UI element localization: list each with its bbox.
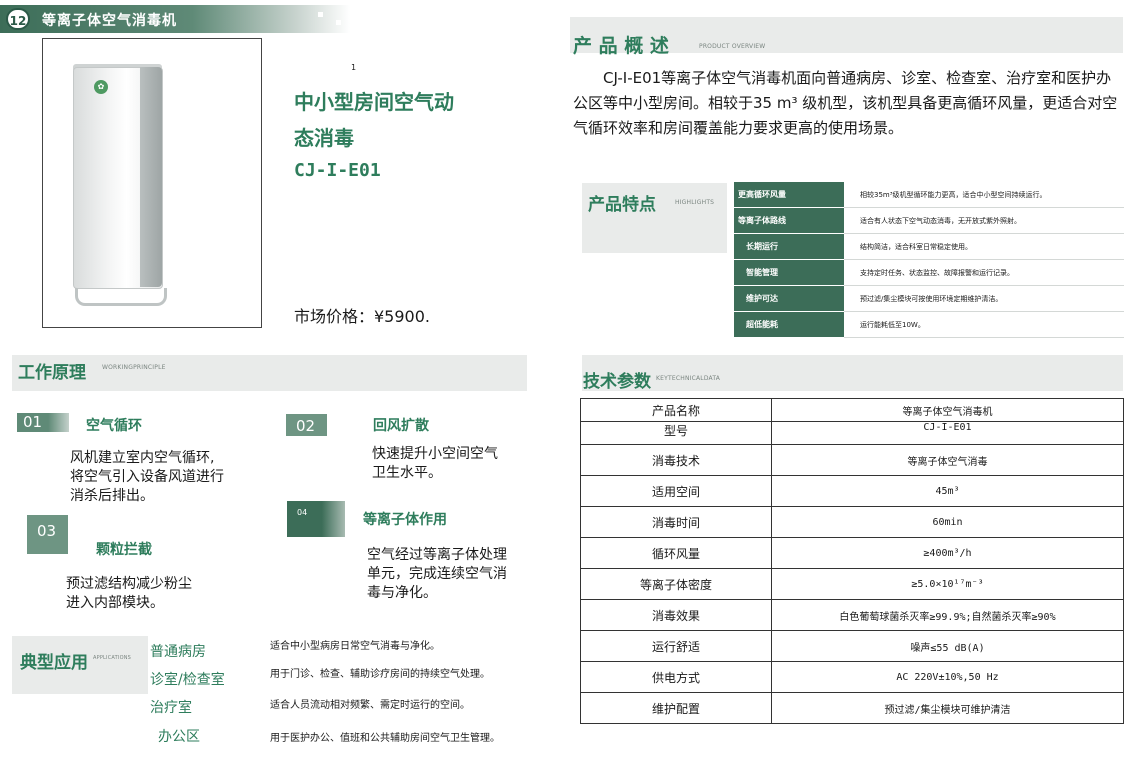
spec-key: 适用空间 <box>580 475 772 507</box>
highlight-row: 维护可达 预过滤/集尘模块可按使用环境定期维护清洁。 <box>734 285 1124 312</box>
highlight-key: 等离子体路线 <box>734 207 844 234</box>
spec-key: 循环风量 <box>580 537 772 569</box>
page-title: 等离子体空气消毒机 <box>42 13 177 29</box>
applications-title: 典型应用 <box>20 653 88 673</box>
decor-square <box>318 12 323 17</box>
spec-value: 45m³ <box>771 475 1124 507</box>
step-number: 03 <box>27 515 68 554</box>
spec-key: 供电方式 <box>580 661 772 693</box>
highlight-value: 适合有人状态下空气动态消毒，无开放式紫外照射。 <box>844 207 1124 234</box>
application-item: 办公区 <box>158 729 200 745</box>
spec-key: 消毒时间 <box>580 506 772 538</box>
highlight-key: 长期运行 <box>734 233 844 260</box>
highlight-key: 维护可达 <box>734 285 844 312</box>
overview-title: 产 品 概 述 <box>573 35 669 57</box>
spec-key: 维护配置 <box>580 692 772 724</box>
table-row: 消毒时间 60min <box>580 506 1124 538</box>
table-row: 循环风量 ≥400m³/h <box>580 537 1124 569</box>
spec-key: 产品名称 <box>580 398 772 422</box>
tech-subtitle: KEYTECHNICALDATA <box>656 375 721 382</box>
principle-header <box>12 355 527 391</box>
spec-value: 等离子体空气消毒机 <box>771 398 1124 422</box>
brand-logo-icon: ✿ <box>94 80 108 94</box>
spec-key: 型号 <box>580 421 772 445</box>
overview-subtitle: PRODUCT OVERVIEW <box>699 43 766 50</box>
table-row: 运行舒适 噪声≤55 dB(A) <box>580 630 1124 662</box>
spec-value: ≥400m³/h <box>771 537 1124 569</box>
step-description: 快速提升小空间空气 卫生水平。 <box>372 446 498 481</box>
step-title: 空气循环 <box>86 418 142 434</box>
image-footnote: 1 <box>351 63 357 72</box>
purifier-side-panel <box>140 67 162 287</box>
highlight-value: 运行能耗低至10W。 <box>844 311 1124 338</box>
spec-value: 白色葡萄球菌杀灭率≥99.9%;自然菌杀灭率≥90% <box>771 599 1124 631</box>
spec-key: 等离子体密度 <box>580 568 772 600</box>
overview-text: CJ-I-E01等离子体空气消毒机面向普通病房、诊室、检查室、治疗室和医护办公区… <box>573 69 1118 137</box>
spec-value: ≥5.0×10¹⁷m⁻³ <box>771 568 1124 600</box>
spec-key: 消毒效果 <box>580 599 772 631</box>
spec-value: 噪声≤55 dB(A) <box>771 630 1124 662</box>
highlight-value: 预过滤/集尘模块可按使用环境定期维护清洁。 <box>844 285 1124 312</box>
purifier-stand <box>75 288 167 306</box>
application-desc: 适合人员流动相对频繁、需定时运行的空间。 <box>270 700 470 711</box>
product-title: 中小型房间空气动 态消毒 <box>294 84 494 156</box>
highlight-row: 更高循环风量 相较35m³级机型循环能力更高，适合中小型空间持续运行。 <box>734 182 1124 208</box>
step-title: 颗粒拦截 <box>96 542 152 558</box>
step-title: 等离子体作用 <box>363 512 447 528</box>
principle-subtitle: WORKINGPRINCIPLE <box>102 364 166 371</box>
step-description: 预过滤结构减少粉尘 进入内部模块。 <box>66 576 192 611</box>
product-model: CJ-I-E01 <box>294 160 381 181</box>
step-description: 风机建立室内空气循环, 将空气引入设备风道进行 消杀后排出。 <box>70 450 224 504</box>
application-desc: 用于门诊、检查、辅助诊疗房间的持续空气处理。 <box>270 669 490 680</box>
table-row: 消毒技术 等离子体空气消毒 <box>580 444 1124 476</box>
highlight-row: 等离子体路线 适合有人状态下空气动态消毒，无开放式紫外照射。 <box>734 207 1124 234</box>
highlight-row: 智能管理 支持定时任务、状态监控、故障报警和运行记录。 <box>734 259 1124 286</box>
application-item: 诊室/检查室 <box>150 672 225 688</box>
application-desc: 适合中小型病房日常空气消毒与净化。 <box>270 641 440 652</box>
spec-value: 预过滤/集尘模块可维护清洁 <box>771 692 1124 724</box>
spec-key: 运行舒适 <box>580 630 772 662</box>
table-row: 消毒效果 白色葡萄球菌杀灭率≥99.9%;自然菌杀灭率≥90% <box>580 599 1124 631</box>
table-row: 适用空间 45m³ <box>580 475 1124 507</box>
principle-title: 工作原理 <box>18 363 86 383</box>
spec-key: 消毒技术 <box>580 444 772 476</box>
step-number: 02 <box>286 414 327 436</box>
highlight-key: 智能管理 <box>734 259 844 286</box>
spec-value: 等离子体空气消毒 <box>771 444 1124 476</box>
highlight-row: 超低能耗 运行能耗低至10W。 <box>734 311 1124 338</box>
step-description: 空气经过等离子体处理 单元，完成连续空气消 毒与净化。 <box>367 547 507 601</box>
table-row: 供电方式 AC 220V±10%,50 Hz <box>580 661 1124 693</box>
highlights-table: 更高循环风量 相较35m³级机型循环能力更高，适合中小型空间持续运行。 等离子体… <box>734 182 1124 338</box>
highlights-title: 产品特点 <box>588 195 656 215</box>
spec-value: CJ-I-E01 <box>771 421 1124 445</box>
highlight-value: 相较35m³级机型循环能力更高，适合中小型空间持续运行。 <box>844 182 1124 208</box>
product-title-line: 中小型房间空气动 <box>294 90 454 114</box>
market-price: 市场价格：¥5900. <box>294 307 430 326</box>
table-row: 等离子体密度 ≥5.0×10¹⁷m⁻³ <box>580 568 1124 600</box>
table-row: 型号 CJ-I-E01 <box>580 421 1124 445</box>
step-title: 回风扩散 <box>373 418 429 434</box>
highlight-key: 超低能耗 <box>734 311 844 338</box>
tech-title: 技术参数 <box>583 372 651 392</box>
step-number: 01 <box>17 413 69 432</box>
page-number-badge: 12 <box>6 8 30 30</box>
decor-square <box>336 20 341 25</box>
table-row: 产品名称 等离子体空气消毒机 <box>580 398 1124 422</box>
highlight-value: 结构简洁，适合科室日常稳定使用。 <box>844 233 1124 260</box>
tech-header <box>582 355 1123 391</box>
product-title-line: 态消毒 <box>294 126 354 150</box>
table-row: 维护配置 预过滤/集尘模块可维护清洁 <box>580 692 1124 724</box>
highlight-row: 长期运行 结构简洁，适合科室日常稳定使用。 <box>734 233 1124 260</box>
application-item: 治疗室 <box>150 700 192 716</box>
highlight-key: 更高循环风量 <box>734 182 844 208</box>
application-item: 普通病房 <box>150 644 206 660</box>
highlights-subtitle: HIGHLIGHTS <box>675 199 715 206</box>
highlight-value: 支持定时任务、状态监控、故障报警和运行记录。 <box>844 259 1124 286</box>
spec-value: AC 220V±10%,50 Hz <box>771 661 1124 693</box>
step-number: 04 <box>287 501 345 537</box>
tech-spec-table: 产品名称 等离子体空气消毒机 型号 CJ-I-E01 消毒技术 等离子体空气消毒… <box>580 398 1124 724</box>
spec-value: 60min <box>771 506 1124 538</box>
applications-subtitle: APPLICATIONS <box>93 655 132 661</box>
application-desc: 用于医护办公、值班和公共辅助房间空气卫生管理。 <box>270 733 500 744</box>
